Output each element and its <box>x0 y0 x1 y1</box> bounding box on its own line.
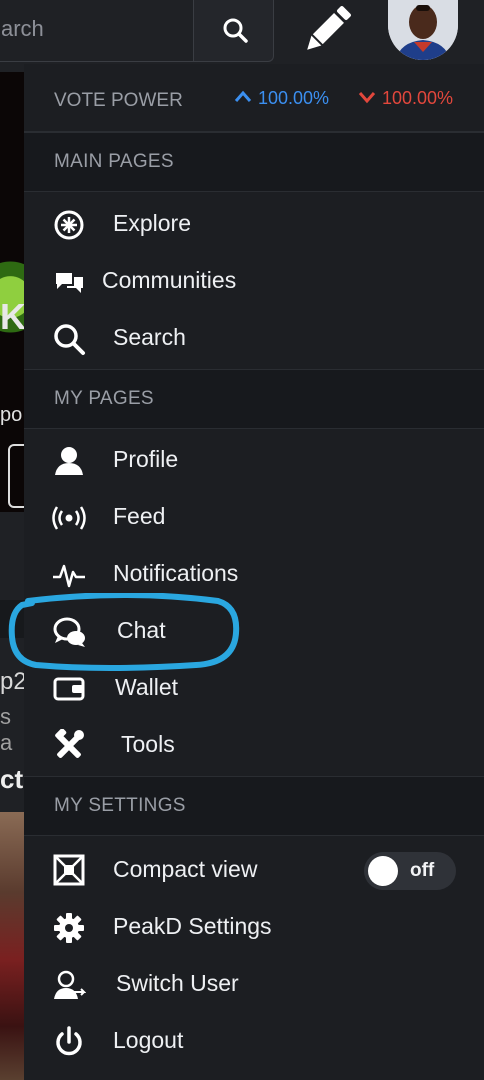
chevron-up-icon <box>234 90 252 102</box>
search-placeholder: arch <box>1 16 44 41</box>
menu-item-peakd-settings[interactable]: PeakD Settings <box>24 899 484 956</box>
search-input[interactable]: arch <box>0 0 193 62</box>
section-my-pages-label: MY PAGES <box>54 388 154 409</box>
menu-item-explore[interactable]: Explore <box>24 196 484 253</box>
menu-item-label: Compact view <box>113 856 258 882</box>
annotation-circle <box>8 593 240 671</box>
menu-item-profile[interactable]: Profile <box>24 432 484 489</box>
compact-view-icon <box>53 854 85 886</box>
menu-item-logout[interactable]: Logout <box>24 1013 484 1070</box>
menu-item-label: Explore <box>113 210 191 236</box>
menu-item-label: Wallet <box>115 674 179 700</box>
notifications-icon <box>53 564 85 588</box>
search-icon <box>223 18 248 43</box>
post-title: cti <box>0 764 24 794</box>
top-bar: arch <box>0 0 484 64</box>
feed-icon <box>52 506 86 530</box>
menu-item-communities[interactable]: Communities <box>24 253 484 310</box>
menu-item-compact-view[interactable]: Compact view off <box>24 838 484 900</box>
tools-icon <box>55 729 84 758</box>
toggle-knob <box>368 856 398 886</box>
power-icon <box>56 1026 82 1056</box>
pencil-icon[interactable] <box>300 4 354 56</box>
menu-item-label: Feed <box>113 503 166 529</box>
avatar[interactable] <box>388 0 458 60</box>
vote-power-down: 100.00% <box>358 88 453 109</box>
section-main-pages-label: MAIN PAGES <box>54 151 174 172</box>
post-meta: s a <box>0 704 13 755</box>
profile-icon <box>55 447 83 475</box>
menu-item-label: Profile <box>113 446 179 472</box>
vote-down-value: 100.00% <box>382 88 454 108</box>
menu-item-label: Notifications <box>113 560 239 586</box>
search-button[interactable] <box>193 0 274 62</box>
menu-item-label: Search <box>113 324 186 350</box>
explore-icon <box>54 210 84 240</box>
section-my-settings-label: MY SETTINGS <box>54 795 186 816</box>
settings-icon <box>54 913 84 943</box>
post-text: po <box>0 404 23 426</box>
wallet-icon <box>53 677 85 701</box>
background-page: Kw po p2 s a cti <box>0 64 24 1080</box>
search-icon <box>54 324 85 355</box>
vote-power-label: VOTE POWER <box>54 90 183 111</box>
menu-item-label: Switch User <box>116 970 239 996</box>
section-my-settings: MY SETTINGS <box>24 776 484 836</box>
toggle-state: off <box>410 860 435 881</box>
user-menu: VOTE POWER 100.00% 100.00% MAIN PAGES Ex… <box>24 64 484 1080</box>
vote-power-row: VOTE POWER 100.00% 100.00% <box>24 64 484 132</box>
menu-item-feed[interactable]: Feed <box>24 489 484 546</box>
switch-user-icon <box>54 970 86 999</box>
menu-item-label: Communities <box>102 267 237 293</box>
menu-item-label: Tools <box>121 731 175 757</box>
vote-up-value: 100.00% <box>258 88 330 108</box>
menu-item-tools[interactable]: Tools <box>24 717 484 774</box>
post-button-fragment <box>8 444 24 508</box>
menu-item-label: PeakD Settings <box>113 913 272 939</box>
menu-item-label: Logout <box>113 1027 184 1053</box>
vote-power-up: 100.00% <box>234 88 329 109</box>
chevron-down-icon <box>358 92 376 104</box>
menu-item-switch-user[interactable]: Switch User <box>24 956 484 1013</box>
post-author: p2 <box>0 668 24 695</box>
section-my-pages: MY PAGES <box>24 369 484 429</box>
communities-icon <box>56 273 83 293</box>
post-thumbnail <box>0 812 24 1080</box>
post-image-text: Kw <box>0 296 24 337</box>
compact-view-toggle[interactable]: off <box>364 852 456 890</box>
menu-item-search[interactable]: Search <box>24 310 484 367</box>
section-main-pages: MAIN PAGES <box>24 132 484 192</box>
